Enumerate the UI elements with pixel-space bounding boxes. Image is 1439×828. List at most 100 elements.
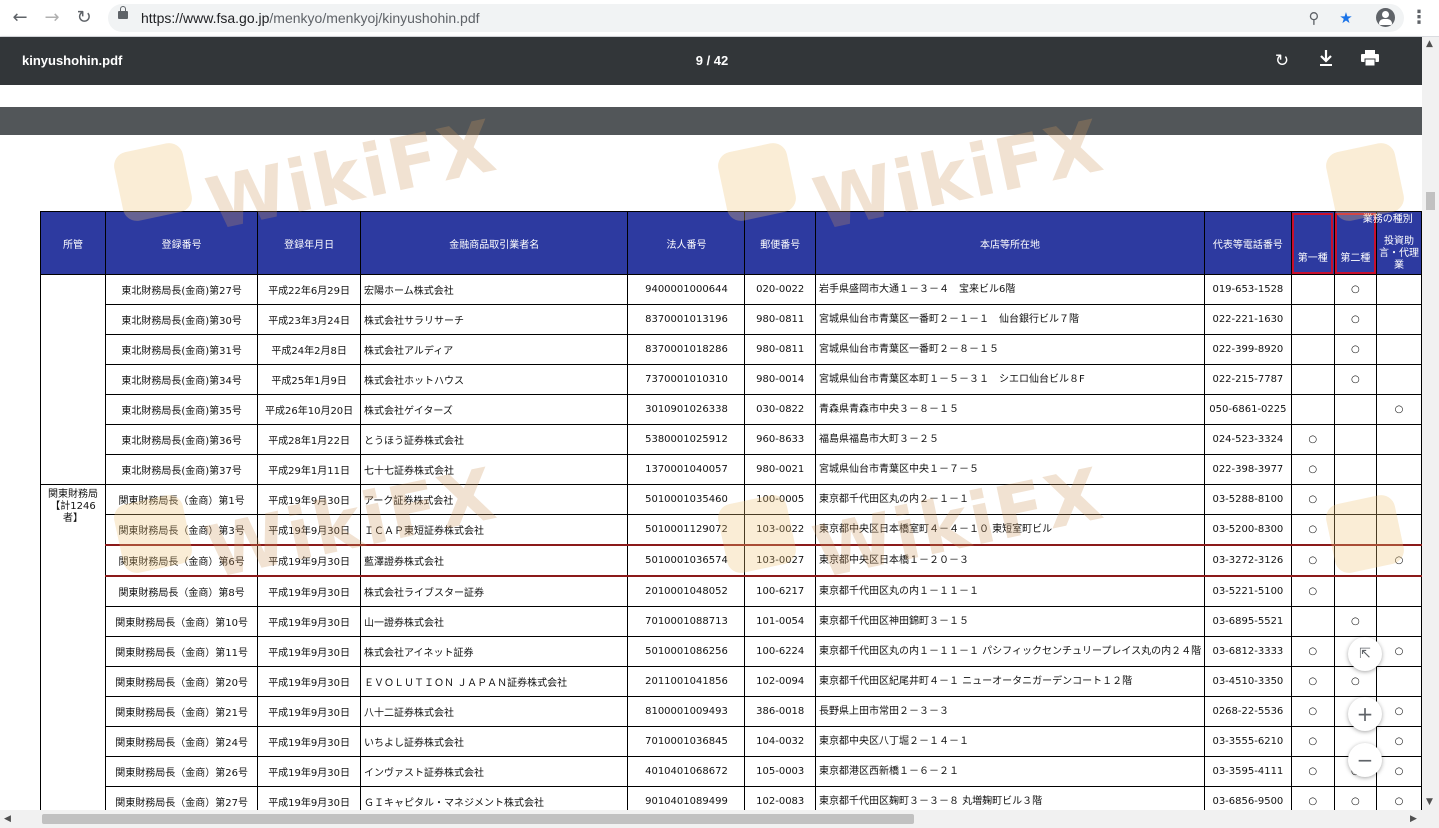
corp-no-cell: 7010001088713 <box>627 606 746 637</box>
reg-date-cell: 平成19年9月30日 <box>257 666 361 697</box>
type1-cell: ○ <box>1290 666 1335 697</box>
address-cell: 東京都千代田区丸の内１－１１－１ <box>814 575 1206 607</box>
phone-cell: 022-221-1630 <box>1204 304 1292 335</box>
type2-cell <box>1333 514 1378 546</box>
table-row: 東北財務局長(金商)第27号 平成22年6月29日 宏陽ホーム株式会社 9400001… <box>39 274 1422 485</box>
address-cell: 宮城県仙台市青葉区一番町２－８－１５ <box>814 334 1206 365</box>
postal-code-cell: 960-8633 <box>744 424 816 455</box>
advisory-cell <box>1376 454 1422 485</box>
reg-no-cell: 関東財務局長（金商）第6号 <box>105 544 259 577</box>
table-row: 関東財務局長（金商）第6号 平成19年9月30日 藍澤證券株式会社 501000103… <box>41 544 1422 577</box>
print-icon[interactable] <box>1358 49 1382 73</box>
type1-cell <box>1290 334 1335 365</box>
page-indicator: 9 / 42 <box>695 53 729 68</box>
address-cell: 東京都中央区日本橋１－２０－３ <box>814 544 1206 577</box>
type2-cell <box>1333 484 1378 515</box>
address-cell: 東京都港区西新橋１－６－２１ <box>814 756 1206 787</box>
postal-code-cell: 980-0014 <box>744 364 816 395</box>
back-arrow-icon[interactable]: ← <box>8 6 32 30</box>
postal-code-cell: 102-0094 <box>744 666 816 697</box>
advisory-cell <box>1376 514 1422 546</box>
company-name-cell: 株式会社アイネット証券 <box>359 636 629 667</box>
fit-to-page-icon[interactable]: ⇱ <box>1348 637 1382 671</box>
table-row: 関東財務局長（金商）第8号 平成19年9月30日 株式会社ライブスター証券 20100… <box>41 575 1422 607</box>
advisory-cell: ○ <box>1376 636 1422 667</box>
advisory-cell <box>1376 575 1422 607</box>
address-cell: 東京都千代田区麹町３－３－８ 丸増麹町ビル３階 <box>814 786 1206 810</box>
phone-cell: 022-399-8920 <box>1204 334 1292 365</box>
reg-date-cell: 平成19年9月30日 <box>257 696 361 727</box>
company-name-cell: 株式会社ライブスター証券 <box>359 575 629 607</box>
advisory-cell <box>1376 606 1422 637</box>
col-reg-no: 登録番号 <box>105 211 259 275</box>
reg-no-cell: 関東財務局長（金商）第26号 <box>105 756 259 787</box>
reload-icon[interactable]: ↻ <box>72 6 96 30</box>
url-text[interactable]: https://www.fsa.go.jp/menkyo/menkyoj/kin… <box>141 4 480 32</box>
zoom-out-button[interactable]: − <box>1348 743 1382 777</box>
company-name-cell: とうほう証券株式会社 <box>359 424 629 455</box>
type1-cell: ○ <box>1290 756 1335 787</box>
reg-no-cell: 関東財務局長（金商）第11号 <box>105 636 259 667</box>
company-name-cell: 宏陽ホーム株式会社 <box>359 274 629 305</box>
table-row: 東北財務局長(金商)第31号 平成24年2月8日 株式会社アルディア 83700010… <box>41 334 1422 365</box>
reg-date-cell: 平成19年9月30日 <box>257 575 361 607</box>
table-row: 東北財務局長(金商)第36号 平成28年1月22日 とうほう証券株式会社 538000… <box>41 424 1422 455</box>
lock-icon <box>118 6 128 19</box>
postal-code-cell: 103-0022 <box>744 514 816 546</box>
address-cell: 東京都千代田区丸の内１－１１－１ パシフィックセンチュリープレイス丸の内２４階 <box>814 636 1206 667</box>
advisory-cell: ○ <box>1376 696 1422 727</box>
company-name-cell: 株式会社ホットハウス <box>359 364 629 395</box>
address-cell: 宮城県仙台市青葉区本町１－５－３１ シエロ仙台ビル８F <box>814 364 1206 395</box>
col-postal: 郵便番号 <box>744 211 816 275</box>
reg-date-cell: 平成19年9月30日 <box>257 726 361 757</box>
page-separator <box>0 107 1422 135</box>
phone-cell: 050-6861-0225 <box>1204 394 1292 425</box>
url-host: https://www.fsa.go.jp <box>141 10 270 26</box>
postal-code-cell: 102-0083 <box>744 786 816 810</box>
scroll-right-arrow-icon[interactable]: ▶ <box>1410 814 1417 824</box>
address-cell: 宮城県仙台市青葉区一番町２－１－１ 仙台銀行ビル７階 <box>814 304 1206 335</box>
type1-cell <box>1290 364 1335 395</box>
col-corp-no: 法人番号 <box>627 211 746 275</box>
registry-table: 所管 登録番号 登録年月日 金融商品取引業者名 法人番号 郵便番号 本店等所在地… <box>39 211 1422 810</box>
address-bar[interactable]: https://www.fsa.go.jp/menkyo/menkyoj/kin… <box>108 4 1404 32</box>
vertical-scrollbar[interactable]: ▲ ▼ <box>1422 37 1439 810</box>
phone-cell: 03-3555-6210 <box>1204 726 1292 757</box>
reg-no-cell: 東北財務局長(金商)第31号 <box>105 334 259 365</box>
vertical-scroll-thumb[interactable] <box>1426 192 1435 210</box>
corp-no-cell: 2010001048052 <box>627 575 746 607</box>
reg-no-cell: 関東財務局長（金商）第27号 <box>105 786 259 810</box>
advisory-cell <box>1376 424 1422 455</box>
company-name-cell: 八十二証券株式会社 <box>359 696 629 727</box>
reg-date-cell: 平成25年1月9日 <box>257 364 361 395</box>
reg-date-cell: 平成19年9月30日 <box>257 484 361 515</box>
bookmark-star-icon[interactable]: ★ <box>1336 8 1356 28</box>
phone-cell: 022-398-3977 <box>1204 454 1292 485</box>
horizontal-scrollbar[interactable]: ◀ ▶ <box>0 810 1439 828</box>
rotate-icon[interactable]: ↻ <box>1270 49 1294 73</box>
type1-cell: ○ <box>1290 484 1335 515</box>
type2-cell: ○ <box>1333 606 1378 637</box>
phone-cell: 03-6895-5521 <box>1204 606 1292 637</box>
scroll-up-arrow-icon[interactable]: ▲ <box>1426 39 1433 49</box>
company-name-cell: インヴァスト証券株式会社 <box>359 756 629 787</box>
address-cell: 岩手県盛岡市大通１－３－４ 宝来ビル6階 <box>814 274 1206 305</box>
postal-code-cell: 104-0032 <box>744 726 816 757</box>
zoom-icon[interactable]: ⚲ <box>1304 8 1324 28</box>
scroll-down-arrow-icon[interactable]: ▼ <box>1426 797 1433 807</box>
scroll-left-arrow-icon[interactable]: ◀ <box>4 814 11 824</box>
profile-avatar-icon[interactable] <box>1376 8 1395 27</box>
browser-menu-icon[interactable]: ⋮ <box>1410 6 1428 30</box>
corp-no-cell: 9010401089499 <box>627 786 746 810</box>
download-icon[interactable] <box>1314 49 1338 73</box>
col-type1-label: 第一種 <box>1297 253 1328 264</box>
horizontal-scroll-thumb[interactable] <box>42 814 914 824</box>
phone-cell: 022-215-7787 <box>1204 364 1292 395</box>
type1-cell: ○ <box>1290 514 1335 546</box>
type1-cell <box>1290 304 1335 335</box>
corp-no-cell: 9400001000644 <box>627 274 746 305</box>
table-row: 関東財務局長（金商）第11号 平成19年9月30日 株式会社アイネット証券 50100… <box>41 636 1422 667</box>
zoom-in-button[interactable]: + <box>1348 697 1382 731</box>
type1-cell <box>1290 274 1335 305</box>
forward-arrow-icon[interactable]: → <box>40 6 64 30</box>
